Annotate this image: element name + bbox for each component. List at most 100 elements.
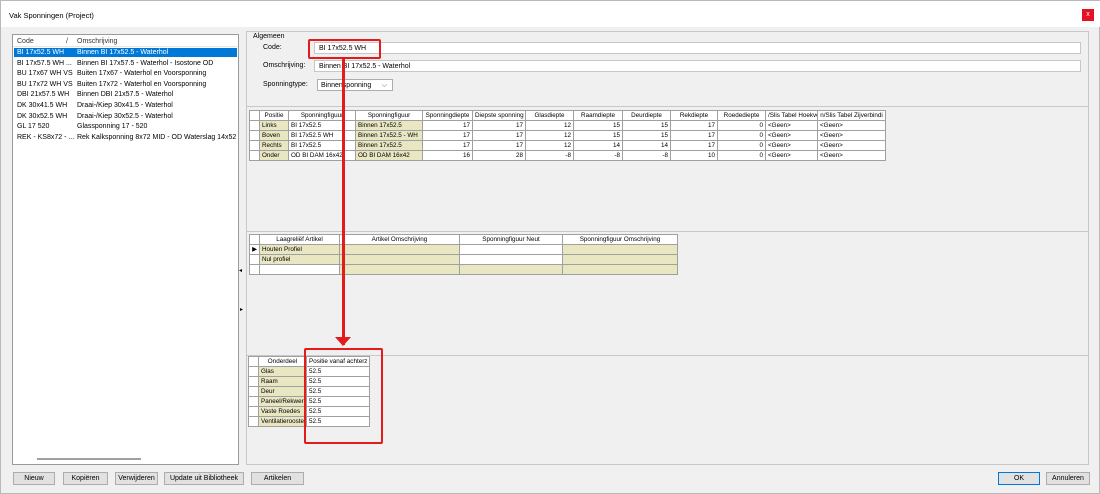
table-cell[interactable]: [562, 254, 678, 265]
column-header[interactable]: Roedediepte: [717, 110, 766, 121]
panel-splitter[interactable]: [239, 34, 245, 465]
list-header-desc[interactable]: Omschrijving: [77, 38, 117, 45]
row-header[interactable]: [249, 130, 260, 141]
kopieren-button[interactable]: Kopiëren: [63, 472, 108, 485]
row-header[interactable]: [248, 376, 259, 387]
table-cell[interactable]: [562, 244, 678, 255]
code-input[interactable]: BI 17x52.5 WH: [314, 42, 1081, 54]
table-cell[interactable]: 0: [717, 150, 766, 161]
table-cell[interactable]: 12: [525, 140, 574, 151]
column-header[interactable]: Artikel Omschrijving: [339, 234, 460, 245]
table-row[interactable]: ▶ Houten Profiel: [249, 244, 678, 255]
column-header[interactable]: n/Slis Tabel Zijverbindi: [817, 110, 886, 121]
expand-right-arrow-icon[interactable]: ▸: [240, 306, 243, 313]
table-cell[interactable]: Paneel/Rekwerk: [258, 396, 307, 407]
table-cell[interactable]: 15: [622, 120, 671, 131]
table-cell[interactable]: BI 17x52.5: [288, 140, 356, 151]
table-cell[interactable]: [259, 264, 340, 275]
column-header[interactable]: Glasdiepte: [525, 110, 574, 121]
table-cell[interactable]: 28: [472, 150, 526, 161]
table-cell[interactable]: 0: [717, 120, 766, 131]
list-header-code[interactable]: Code: [17, 38, 34, 45]
table-cell[interactable]: -8: [525, 150, 574, 161]
table-cell[interactable]: 17: [422, 130, 473, 141]
table-cell[interactable]: 0: [717, 140, 766, 151]
table-cell[interactable]: 0: [717, 130, 766, 141]
collapse-left-arrow-icon[interactable]: ◂: [239, 267, 242, 274]
table-cell[interactable]: <Geen>: [765, 150, 818, 161]
list-item[interactable]: BI 17x57.5 WH ... Binnen BI 17x57.5 - Wat…: [14, 59, 237, 68]
table-cell[interactable]: <Geen>: [817, 150, 886, 161]
column-header[interactable]: Sponningfiguur: [288, 110, 356, 121]
table-cell[interactable]: [339, 254, 460, 265]
list-item[interactable]: BU 17x72 WH VS Buiten 17x72 - Waterhol en…: [14, 80, 237, 89]
column-header[interactable]: Diepste sponning: [472, 110, 526, 121]
row-header[interactable]: [248, 386, 259, 397]
table-cell[interactable]: Vaste Roedes: [258, 406, 307, 417]
update-bibliotheek-button[interactable]: Update uit Bibliotheek: [164, 472, 244, 485]
table-cell[interactable]: -8: [622, 150, 671, 161]
column-header[interactable]: /Slis Tabel Hoekverbin: [765, 110, 818, 121]
table-cell[interactable]: <Geen>: [817, 120, 886, 131]
table-cell[interactable]: Binnen 17x52.5 - WH: [355, 130, 423, 141]
table-cell[interactable]: 12: [525, 120, 574, 131]
table-cell[interactable]: Links: [259, 120, 289, 131]
row-header[interactable]: [249, 254, 260, 265]
column-header[interactable]: Sponningfiguur Neut: [459, 234, 563, 245]
row-header[interactable]: [249, 264, 260, 275]
row-header[interactable]: [248, 416, 259, 427]
column-header[interactable]: Positie: [259, 110, 289, 121]
close-button[interactable]: x: [1082, 9, 1094, 21]
table-cell[interactable]: 10: [670, 150, 718, 161]
list-item[interactable]: BU 17x67 WH VS Buiten 17x67 - Waterhol en…: [14, 69, 237, 78]
table-cell[interactable]: [459, 264, 563, 275]
table-cell[interactable]: <Geen>: [765, 130, 818, 141]
table-cell[interactable]: 17: [472, 140, 526, 151]
table-cell[interactable]: OD BI DAM 16x42: [355, 150, 423, 161]
table-cell[interactable]: Glas: [258, 366, 307, 377]
artikelen-button[interactable]: Artikelen: [251, 472, 304, 485]
nieuw-button[interactable]: Nieuw: [13, 472, 55, 485]
table-cell[interactable]: 15: [573, 120, 623, 131]
row-header[interactable]: [249, 140, 260, 151]
horizontal-scrollbar[interactable]: [37, 458, 141, 460]
table-cell[interactable]: Boven: [259, 130, 289, 141]
table-cell[interactable]: Houten Profiel: [259, 244, 340, 255]
row-header[interactable]: ▶: [249, 244, 260, 255]
table-cell[interactable]: 15: [573, 130, 623, 141]
column-header[interactable]: Raamdiepte: [573, 110, 623, 121]
artikel-table[interactable]: Laagreliëf Artikel Artikel Omschrijving Sp…: [249, 234, 678, 275]
sponning-list[interactable]: Code / Omschrijving BI 17x52.5 WH Binnen …: [12, 34, 239, 465]
table-cell[interactable]: 17: [422, 120, 473, 131]
table-cell[interactable]: 16: [422, 150, 473, 161]
row-header[interactable]: [248, 366, 259, 377]
verwijderen-button[interactable]: Verwijderen: [115, 472, 158, 485]
table-cell[interactable]: <Geen>: [817, 130, 886, 141]
table-cell[interactable]: 17: [472, 120, 526, 131]
table-row[interactable]: Nul profiel: [249, 254, 678, 265]
table-cell[interactable]: Rechts: [259, 140, 289, 151]
list-item[interactable]: DK 30x41.5 WH Draai-/Kiep 30x41.5 - Water…: [14, 101, 237, 110]
table-cell[interactable]: 17: [670, 140, 718, 151]
row-header[interactable]: [249, 120, 260, 131]
column-header[interactable]: Laagreliëf Artikel: [259, 234, 340, 245]
list-item[interactable]: DBI 21x57.5 WH Binnen DBI 21x57.5 - Water…: [14, 90, 237, 99]
table-cell[interactable]: [459, 254, 563, 265]
table-cell[interactable]: [459, 244, 563, 255]
table-cell[interactable]: 17: [670, 130, 718, 141]
table-cell[interactable]: Deur: [258, 386, 307, 397]
table-cell[interactable]: Nul profiel: [259, 254, 340, 265]
table-cell[interactable]: [339, 244, 460, 255]
table-cell[interactable]: 14: [573, 140, 623, 151]
table-cell[interactable]: [339, 264, 460, 275]
table-cell[interactable]: 15: [622, 130, 671, 141]
table-cell[interactable]: OD BI DAM 16x42: [288, 150, 356, 161]
table-cell[interactable]: Binnen 17x52.5: [355, 120, 423, 131]
table-row[interactable]: [249, 264, 678, 275]
omschrijving-input[interactable]: Binnen BI 17x52.5 - Waterhol: [314, 60, 1081, 72]
column-header[interactable]: Sponningdiepte: [422, 110, 473, 121]
table-cell[interactable]: 17: [670, 120, 718, 131]
sponningtype-select[interactable]: Binnensponning ⌵: [317, 79, 393, 91]
ok-button[interactable]: OK: [998, 472, 1040, 485]
list-item[interactable]: BI 17x52.5 WH Binnen BI 17x52.5 - Waterho…: [14, 48, 237, 57]
